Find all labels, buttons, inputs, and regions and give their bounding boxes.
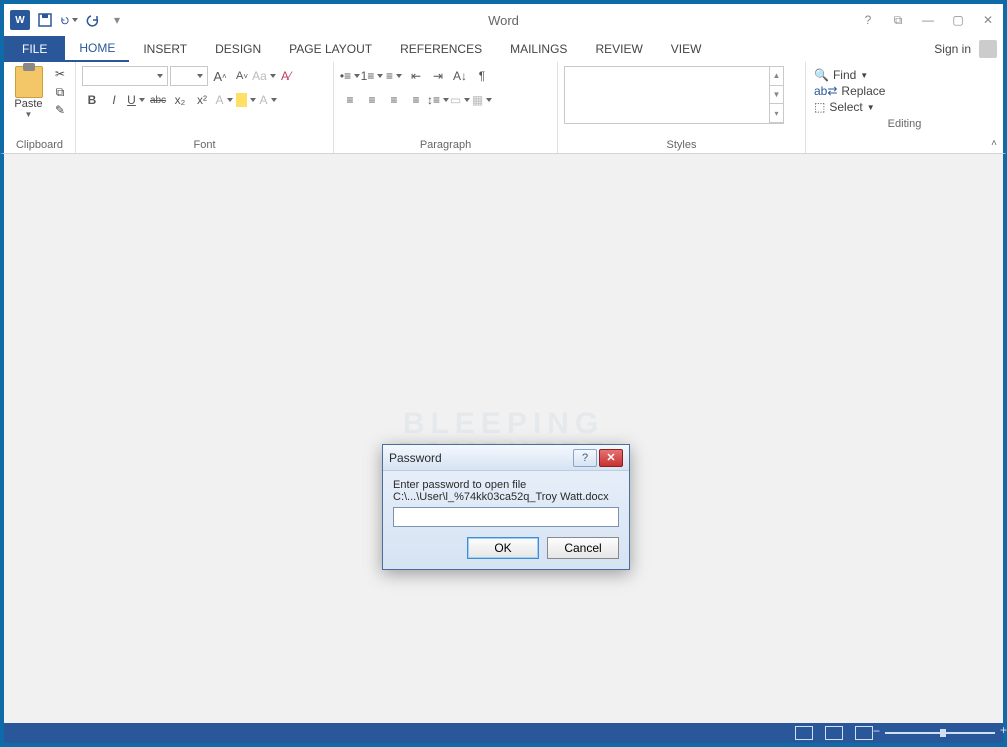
font-size-combo[interactable] [170,66,208,86]
web-layout-icon[interactable] [855,726,873,740]
tab-view[interactable]: VIEW [657,36,716,62]
borders-icon[interactable]: ▦ [472,90,492,110]
tab-review[interactable]: REVIEW [581,36,656,62]
replace-button[interactable]: ab⇄Replace [814,84,995,98]
highlight-icon[interactable] [236,90,256,110]
dialog-help-button[interactable]: ? [573,449,597,467]
font-color-icon[interactable]: A [258,90,278,110]
font-name-combo[interactable] [82,66,168,86]
tab-insert[interactable]: INSERT [129,36,201,62]
copy-icon[interactable]: ⧉ [51,84,69,100]
maximize-button[interactable]: ▢ [949,11,967,29]
clipboard-group-label: Clipboard [10,137,69,151]
password-input[interactable] [393,507,619,527]
italic-button[interactable]: I [104,90,124,110]
justify-icon[interactable]: ≡ [406,90,426,110]
select-button[interactable]: ⬚Select▼ [814,100,995,114]
grow-font-icon[interactable]: A˄ [210,66,230,86]
underline-button[interactable]: U [126,90,146,110]
file-tab[interactable]: FILE [4,36,65,62]
line-spacing-icon[interactable]: ↕≡ [428,90,448,110]
save-icon[interactable] [36,11,54,29]
qat-customize-icon[interactable]: ▾ [108,11,126,29]
undo-icon[interactable] [60,11,78,29]
ok-button[interactable]: OK [467,537,539,559]
zoom-slider[interactable] [885,732,995,734]
increase-indent-icon[interactable]: ⇥ [428,66,448,86]
gallery-up-icon[interactable]: ▲ [770,67,783,86]
tab-design[interactable]: DESIGN [201,36,275,62]
decrease-indent-icon[interactable]: ⇤ [406,66,426,86]
select-icon: ⬚ [814,100,825,114]
tab-page-layout[interactable]: PAGE LAYOUT [275,36,386,62]
tab-mailings[interactable]: MAILINGS [496,36,581,62]
ribbon-display-icon[interactable]: ⧉ [889,11,907,29]
zoom-thumb[interactable] [940,729,946,737]
numbering-icon[interactable]: 1≡ [362,66,382,86]
find-icon: 🔍 [814,68,829,82]
format-painter-icon[interactable]: ✎ [51,102,69,118]
align-center-icon[interactable]: ≡ [362,90,382,110]
align-left-icon[interactable]: ≡ [340,90,360,110]
styles-group-label: Styles [564,137,799,151]
password-dialog: Password ? ✕ Enter password to open file… [382,444,630,570]
strikethrough-button[interactable]: abc [148,90,168,110]
replace-icon: ab⇄ [814,84,837,98]
align-right-icon[interactable]: ≡ [384,90,404,110]
dialog-title: Password [389,451,442,465]
editing-group-label: Editing [812,116,997,130]
styles-gallery[interactable]: ▲ ▼ ▾ [564,66,784,124]
dialog-close-button[interactable]: ✕ [599,449,623,467]
change-case-icon[interactable]: Aa [254,66,274,86]
gallery-more-icon[interactable]: ▾ [770,104,783,123]
dialog-message-line1: Enter password to open file [393,479,619,491]
cancel-button[interactable]: Cancel [547,537,619,559]
text-effects-icon[interactable]: A [214,90,234,110]
print-layout-icon[interactable] [825,726,843,740]
minimize-button[interactable]: — [919,11,937,29]
clear-formatting-icon[interactable]: A⁄ [276,66,296,86]
help-icon[interactable]: ? [859,11,877,29]
redo-icon[interactable] [84,11,102,29]
bold-button[interactable]: B [82,90,102,110]
font-group-label: Font [82,137,327,151]
tab-references[interactable]: REFERENCES [386,36,496,62]
tab-home[interactable]: HOME [65,36,129,62]
clipboard-icon [15,66,43,98]
shrink-font-icon[interactable]: A˅ [232,66,252,86]
bullets-icon[interactable]: •≡ [340,66,360,86]
collapse-ribbon-icon[interactable]: ˄ [991,138,997,149]
sort-icon[interactable]: A↓ [450,66,470,86]
show-marks-icon[interactable]: ¶ [472,66,492,86]
window-title: Word [488,13,519,28]
superscript-button[interactable]: x² [192,90,212,110]
close-button[interactable]: ✕ [979,11,997,29]
multilevel-list-icon[interactable]: ≡ [384,66,404,86]
signin-link[interactable]: Sign in [934,42,971,56]
subscript-button[interactable]: x₂ [170,90,190,110]
user-avatar-icon[interactable] [979,40,997,58]
paste-button[interactable]: Paste ▼ [10,66,47,119]
cut-icon[interactable]: ✂ [51,66,69,82]
read-mode-icon[interactable] [795,726,813,740]
word-app-icon: W [10,10,30,30]
shading-icon[interactable]: ▭ [450,90,470,110]
paste-label: Paste [14,98,42,110]
find-button[interactable]: 🔍Find▼ [814,68,995,82]
dialog-message-line2: C:\...\User\l_%74kk03ca52q_Troy Watt.doc… [393,491,619,503]
paragraph-group-label: Paragraph [340,137,551,151]
gallery-down-icon[interactable]: ▼ [770,86,783,105]
